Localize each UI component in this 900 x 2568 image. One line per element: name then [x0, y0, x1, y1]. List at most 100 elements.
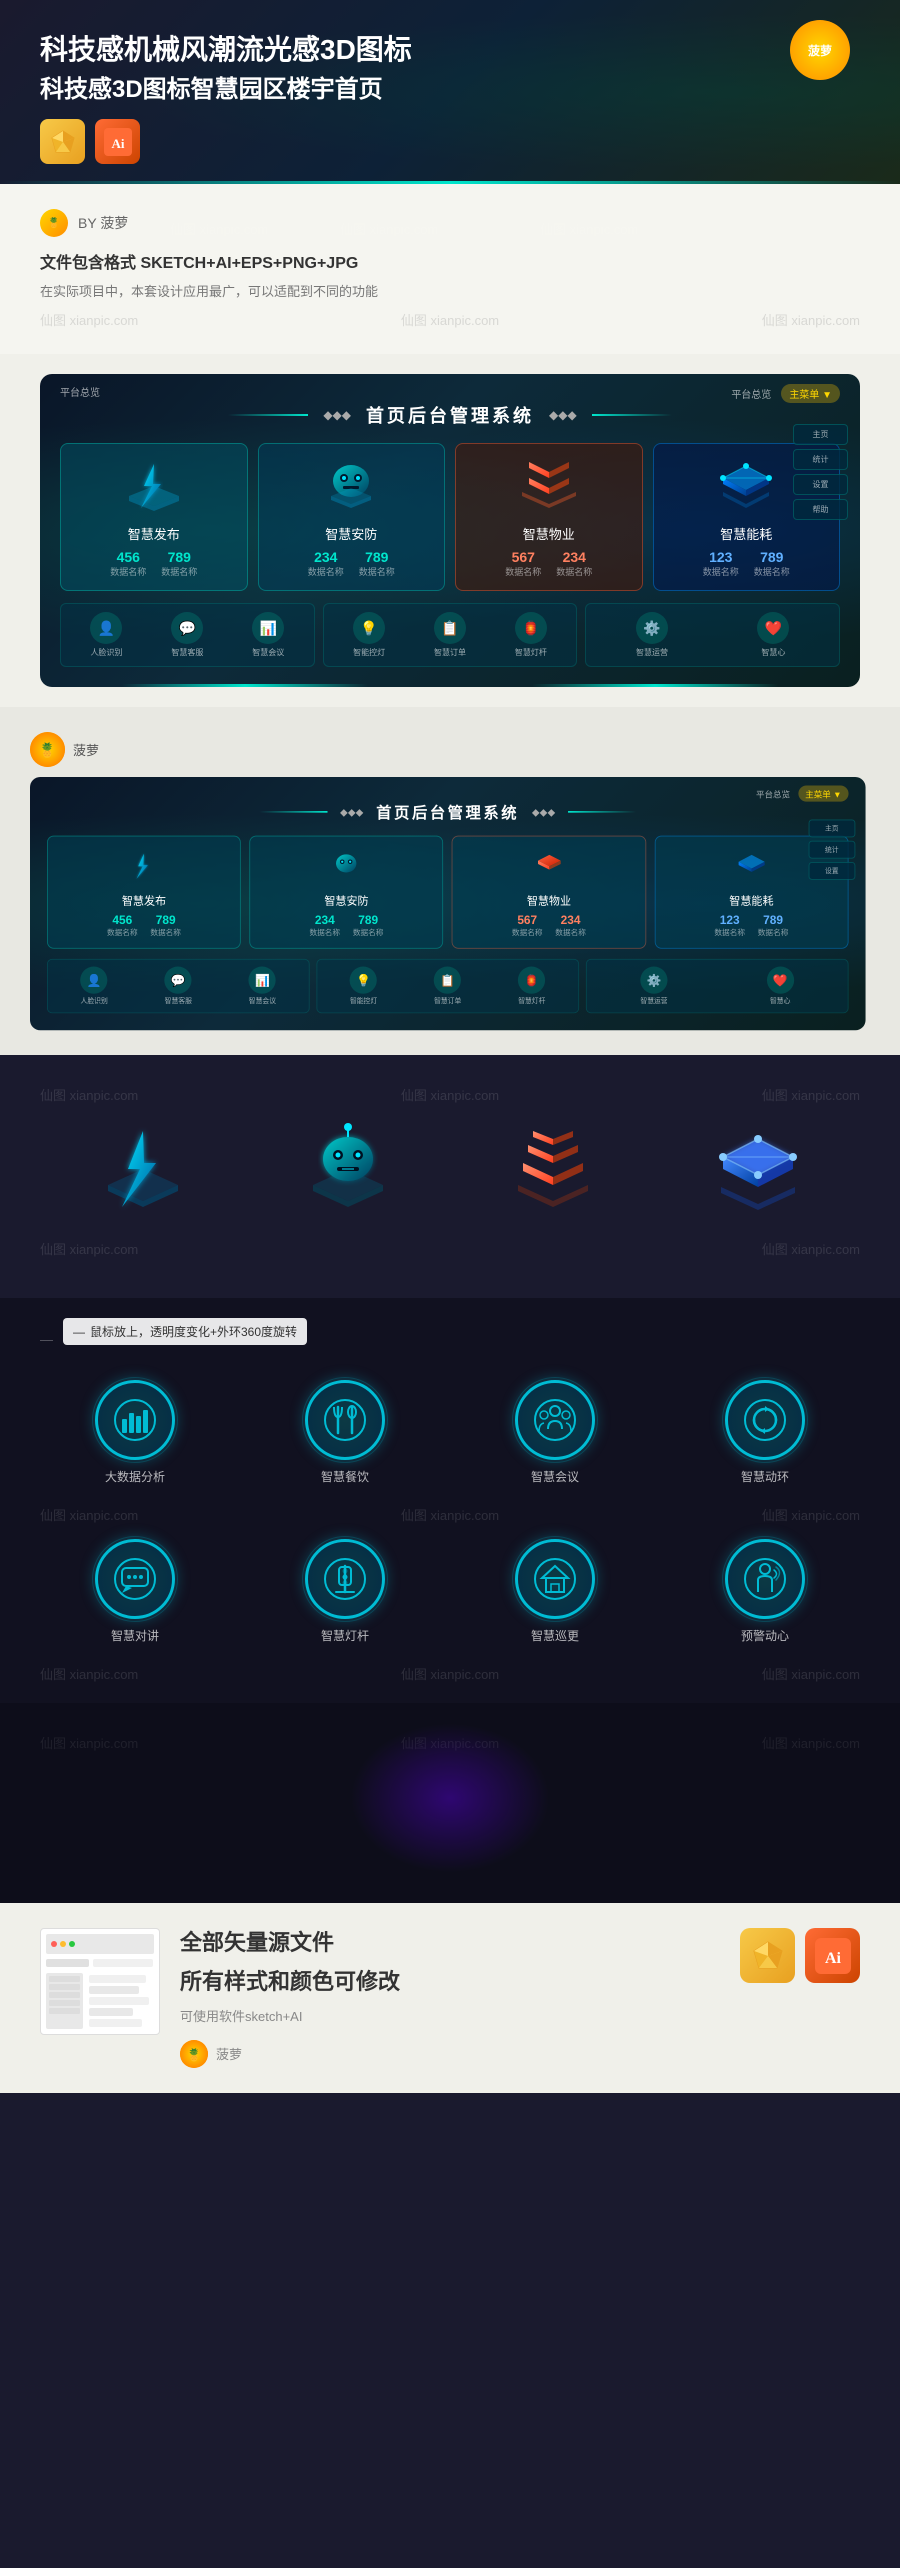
intercom-svg — [114, 1558, 156, 1600]
file-line — [46, 1959, 89, 1967]
small-card-1: 智慧发布 456数据名称 789数据名称 — [47, 836, 241, 949]
operation-icon: ⚙️ — [636, 612, 668, 644]
header-line: ◆◆◆ 首页后台管理系统 ◆◆◆ — [60, 402, 840, 428]
bottom-icon-group-3: ⚙️ 智慧运营 ❤️ 智慧心 — [585, 603, 840, 667]
bottom-icon-group-2: 💡 智能控灯 📋 智慧订单 🏮 智慧灯杆 — [323, 603, 578, 667]
final-desc: 可使用软件sketch+AI — [180, 2006, 720, 2025]
sidebar-mini-item[interactable]: 设置 — [793, 474, 848, 495]
dashboard-top-left: 平台总览 — [60, 384, 100, 399]
software-icons-row: Ai 仙图 xianpic.com 仙图 xianpic.com 仙图 xian… — [40, 119, 860, 164]
icon3d-robot — [288, 1119, 408, 1219]
service-icon: 💬 — [171, 612, 203, 644]
circular-item-intercom: 智慧对讲 — [40, 1539, 230, 1644]
card-name-2: 智慧安防 — [269, 524, 435, 543]
file-content-line — [89, 1986, 140, 1994]
bottom-line — [0, 181, 900, 184]
pole-icon: 🏮 — [515, 612, 547, 644]
card-icon-security — [269, 456, 435, 516]
small-card-icon-3 — [461, 847, 636, 885]
tooltip-hint: 鼠标放上，透明度变化+外环360度旋转 — [63, 1318, 307, 1345]
icon3d-network — [698, 1119, 818, 1219]
small-bottom-group-1: 👤人脸识别 💬智慧客服 📊智慧会议 — [47, 959, 310, 1013]
small-bottom-group-2: 💡智能控灯 📋智慧订单 🏮智慧灯杆 — [316, 959, 579, 1013]
dashboard-wrapper: 平台总览 平台总览 主菜单 ▼ 主页 统计 设置 帮助 ◆◆◆ 首页后台管理系统… — [40, 374, 860, 687]
file-row-1 — [46, 1959, 154, 1967]
bottom-icon-item: 👤 人脸识别 — [90, 612, 122, 658]
patrol-label: 智慧巡更 — [460, 1627, 650, 1644]
small-dash-top-right: 平台总览 主菜单 ▼ — [756, 786, 848, 802]
watermarks-circular: 仙图 xianpic.com 仙图 xianpic.com 仙图 xianpic… — [40, 1505, 860, 1524]
lamp-icon — [305, 1539, 385, 1619]
svg-text:🍍: 🍍 — [39, 742, 56, 759]
building-svg — [498, 1119, 608, 1219]
final-ai-icon: Ai — [805, 1928, 860, 1983]
top-banner: 科技感机械风潮流光感3D图标 科技感3D图标智慧园区楼宇首页 菠萝 Ai 仙图 … — [0, 0, 900, 184]
bigdata-label: 大数据分析 — [40, 1468, 230, 1485]
final-section: 全部矢量源文件 所有样式和颜色可修改 可使用软件sketch+AI 🍍 菠萝 — [0, 1903, 900, 2093]
bottom-icon-item: ❤️ 智慧心 — [757, 612, 789, 658]
main-title: 科技感机械风潮流光感3D图标 — [40, 30, 860, 69]
alert-label: 预警动心 — [670, 1627, 860, 1644]
dining-icon — [305, 1380, 385, 1460]
final-heading-2: 所有样式和颜色可修改 — [180, 1967, 720, 1998]
meeting-icon: 📊 — [252, 612, 284, 644]
dashboard-small: 平台总览 主菜单 ▼ 主页 统计 设置 ◆◆◆ 首页后台管理系统 ◆◆◆ — [30, 777, 865, 1030]
info-section: 🍍 BY 菠萝 文件包含格式 SKETCH+AI+EPS+PNG+JPG 在实际… — [0, 184, 900, 354]
final-author-avatar: 🍍 — [180, 2040, 208, 2068]
file-sidebar — [46, 1973, 83, 2029]
dashboard-title: 首页后台管理系统 — [366, 402, 534, 428]
small-deco-right — [568, 811, 636, 813]
sidebar-mini-item[interactable]: 帮助 — [793, 499, 848, 520]
stat-item: 234 数据名称 — [308, 549, 344, 578]
stat-item: 234 数据名称 — [556, 549, 592, 578]
circular-icons-row1: 大数据分析 智慧餐饮 — [40, 1380, 860, 1485]
final-sketch-icon — [740, 1928, 795, 1983]
stat-item: 123 数据名称 — [703, 549, 739, 578]
intercom-icon — [95, 1539, 175, 1619]
close-dot — [51, 1941, 57, 1947]
light-icon: 💡 — [353, 612, 385, 644]
ai-software-icon: Ai — [95, 119, 140, 164]
file-content-line — [89, 1975, 146, 1983]
meeting-svg — [534, 1399, 576, 1441]
sidebar-mini-item[interactable]: 统计 — [793, 449, 848, 470]
file-screenshot — [40, 1928, 160, 2035]
icon3d-building — [493, 1119, 613, 1219]
sidebar-mini-item[interactable]: 主页 — [793, 424, 848, 445]
small-card-name-1: 智慧发布 — [56, 892, 231, 908]
loop-svg — [744, 1399, 786, 1441]
circular-item-bigdata: 大数据分析 — [40, 1380, 230, 1485]
card-smart-property: 智慧物业 567 数据名称 234 数据名称 — [455, 443, 643, 591]
circular-item-patrol: 智慧巡更 — [460, 1539, 650, 1644]
file-nav-item — [49, 1992, 80, 1998]
card-smart-publish: 智慧发布 456 数据名称 789 数据名称 — [60, 443, 248, 591]
small-card-stats-1: 456数据名称 789数据名称 — [56, 913, 231, 938]
small-cards-row: 智慧发布 456数据名称 789数据名称 智慧安防 — [47, 836, 848, 949]
bottom-icon-group-1: 👤 人脸识别 💬 智慧客服 📊 智慧会议 — [60, 603, 315, 667]
card-stats-4: 123 数据名称 789 数据名称 — [664, 549, 830, 578]
watermarks-circular-bottom: 仙图 xianpic.com 仙图 xianpic.com 仙图 xianpic… — [40, 1664, 860, 1683]
file-content-line — [89, 2008, 133, 2016]
subtitle: 科技感3D图标智慧园区楼宇首页 — [40, 69, 860, 104]
final-text-block: 全部矢量源文件 所有样式和颜色可修改 可使用软件sketch+AI 🍍 菠萝 — [180, 1928, 720, 2068]
sketch-icon — [40, 119, 85, 164]
meeting-icon-circ — [515, 1380, 595, 1460]
circular-item-meeting: 智慧会议 — [460, 1380, 650, 1485]
card-stats-1: 456 数据名称 789 数据名称 — [71, 549, 237, 578]
stat-item: 789 数据名称 — [754, 549, 790, 578]
circular-item-lamp: 智慧灯杆 — [250, 1539, 440, 1644]
stat-item: 789 数据名称 — [359, 549, 395, 578]
header-deco-left — [228, 414, 308, 416]
loop-label: 智慧动环 — [670, 1468, 860, 1485]
icons3d-showcase: 仙图 xianpic.com 仙图 xianpic.com 仙图 xianpic… — [0, 1055, 900, 1298]
card-name-3: 智慧物业 — [466, 524, 632, 543]
final-author-row: 🍍 菠萝 — [180, 2040, 720, 2068]
bottom-icon-item: 🏮 智慧灯杆 — [515, 612, 547, 658]
patrol-icon — [515, 1539, 595, 1619]
author-avatar-2: 🍍 — [30, 732, 65, 767]
card-name-4: 智慧能耗 — [664, 524, 830, 543]
bottom-icons-row: 👤 人脸识别 💬 智慧客服 📊 智慧会议 💡 智能控灯 — [60, 603, 840, 667]
meeting-label: 智慧会议 — [460, 1468, 650, 1485]
file-nav-item — [49, 1976, 80, 1982]
order-icon: 📋 — [434, 612, 466, 644]
